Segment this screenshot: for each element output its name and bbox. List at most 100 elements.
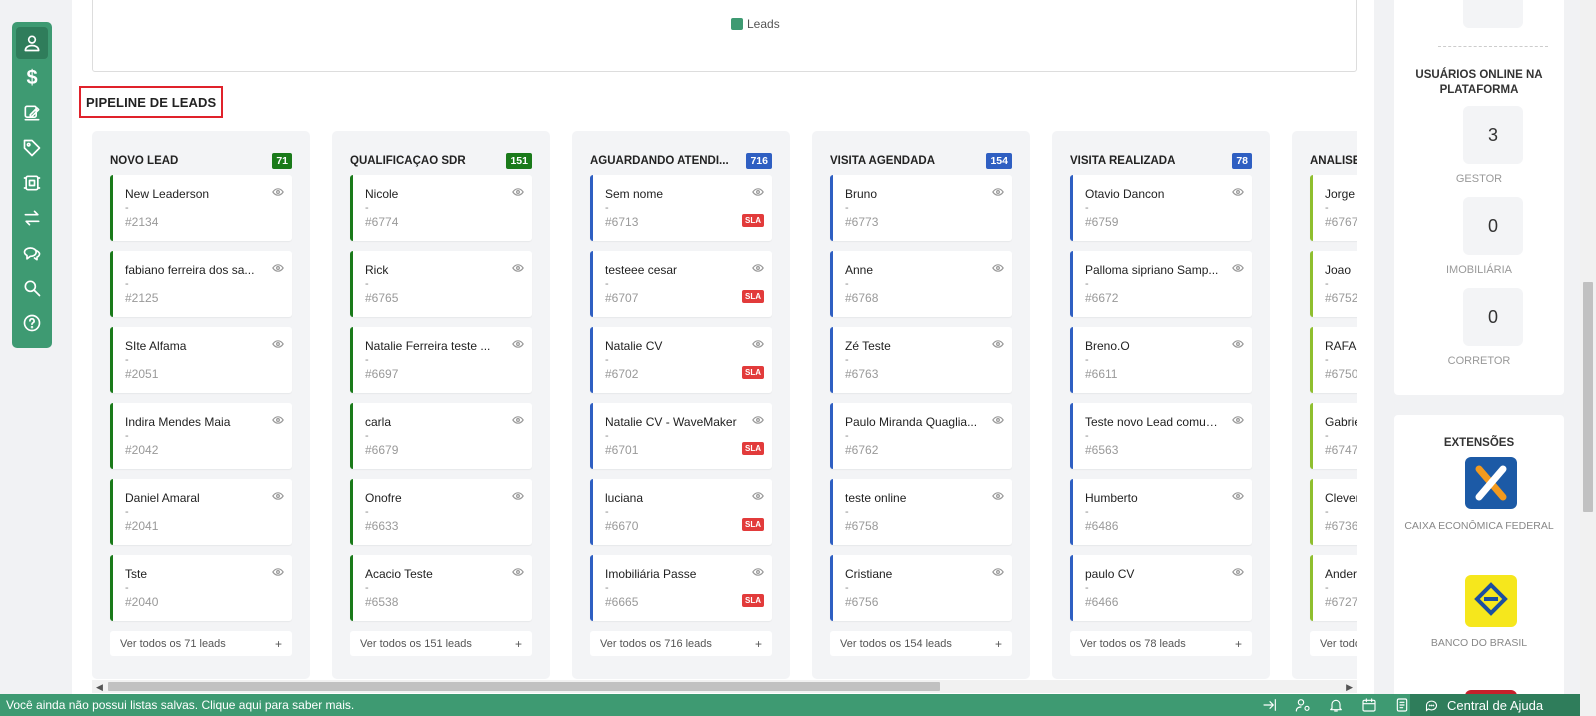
eye-icon[interactable]: [752, 335, 764, 348]
eye-icon[interactable]: [272, 335, 284, 348]
lead-card[interactable]: carla - #6679: [350, 403, 532, 469]
lead-card[interactable]: Teste novo Lead comun... - #6563: [1070, 403, 1252, 469]
eye-icon[interactable]: [992, 259, 1004, 272]
eye-icon[interactable]: [752, 259, 764, 272]
eye-icon[interactable]: [1232, 563, 1244, 576]
notes-icon[interactable]: [1392, 696, 1412, 714]
lead-card[interactable]: Joao - #6752: [1310, 251, 1357, 317]
board-icon[interactable]: [16, 167, 48, 199]
lead-card[interactable]: Anne - #6768: [830, 251, 1012, 317]
eye-icon[interactable]: [752, 183, 764, 196]
lead-card[interactable]: RAFAEL B-#6750: [1310, 327, 1357, 393]
eye-icon[interactable]: [272, 183, 284, 196]
lead-card[interactable]: Imobiliária Passe - #6665 SLA: [590, 555, 772, 621]
lead-subtitle: -: [1085, 354, 1089, 366]
lead-card[interactable]: Palloma sipriano Samp... - #6672: [1070, 251, 1252, 317]
eye-icon[interactable]: [1232, 259, 1244, 272]
lead-card[interactable]: fabiano ferreira dos sa... - #2125: [110, 251, 292, 317]
caixa-logo-icon[interactable]: [1465, 457, 1517, 509]
eye-icon[interactable]: [752, 563, 764, 576]
banco-do-brasil-logo-icon[interactable]: [1465, 575, 1517, 627]
lead-card[interactable]: teste online - #6758: [830, 479, 1012, 545]
edit-icon[interactable]: [16, 97, 48, 129]
lead-card[interactable]: Humberto - #6486: [1070, 479, 1252, 545]
see-all-leads-button[interactable]: Ver todos os 154 leads +: [830, 631, 1012, 656]
lead-card[interactable]: Indira Mendes Maia - #2042: [110, 403, 292, 469]
eye-icon[interactable]: [512, 183, 524, 196]
lead-card[interactable]: SIte Alfama - #2051: [110, 327, 292, 393]
vertical-scroll-thumb[interactable]: [1583, 282, 1593, 512]
eye-icon[interactable]: [992, 183, 1004, 196]
lead-card[interactable]: Gabriel Fe-#6747: [1310, 403, 1357, 469]
lead-card[interactable]: Tste - #2040: [110, 555, 292, 621]
eye-icon[interactable]: [1232, 487, 1244, 500]
see-all-leads-button[interactable]: Ver todos os 151 leads +: [350, 631, 532, 656]
eye-icon[interactable]: [512, 411, 524, 424]
horizontal-scroll-thumb[interactable]: [108, 682, 940, 691]
lead-card[interactable]: Natalie CV - WaveMaker - #6701 SLA: [590, 403, 772, 469]
help-icon[interactable]: [16, 307, 48, 339]
lead-card[interactable]: Jorge - #6767: [1310, 175, 1357, 241]
eye-icon[interactable]: [272, 259, 284, 272]
eye-icon[interactable]: [272, 411, 284, 424]
eye-icon[interactable]: [992, 335, 1004, 348]
chart-legend[interactable]: Leads: [731, 17, 780, 31]
see-all-leads-button[interactable]: Ver todos o+: [1310, 631, 1357, 656]
lead-card[interactable]: Cleverson-#6736: [1310, 479, 1357, 545]
eye-icon[interactable]: [1232, 411, 1244, 424]
eye-icon[interactable]: [752, 411, 764, 424]
see-all-leads-button[interactable]: Ver todos os 716 leads +: [590, 631, 772, 656]
lead-card[interactable]: Onofre - #6633: [350, 479, 532, 545]
chat-icon[interactable]: [16, 237, 48, 269]
eye-icon[interactable]: [992, 563, 1004, 576]
lead-card[interactable]: Natalie CV - #6702 SLA: [590, 327, 772, 393]
swap-icon[interactable]: [16, 202, 48, 234]
horizontal-scrollbar[interactable]: ◀ ▶: [92, 680, 1357, 693]
lead-card[interactable]: Breno.O - #6611: [1070, 327, 1252, 393]
lead-card[interactable]: Otavio Dancon - #6759: [1070, 175, 1252, 241]
lead-card[interactable]: Cristiane - #6756: [830, 555, 1012, 621]
pipeline-column: NOVO LEAD 71 New Leaderson - #2134 fabiano fe…: [92, 131, 310, 679]
bell-icon[interactable]: [1326, 696, 1346, 714]
calendar-widget[interactable]: [1463, 0, 1523, 28]
lead-card[interactable]: Natalie Ferreira teste ... - #6697: [350, 327, 532, 393]
see-all-leads-button[interactable]: Ver todos os 78 leads +: [1070, 631, 1252, 656]
help-center-button[interactable]: Central de Ajuda: [1410, 694, 1580, 716]
login-arrow-icon[interactable]: [1260, 696, 1280, 714]
lead-card[interactable]: Bruno - #6773: [830, 175, 1012, 241]
lead-card[interactable]: Acacio Teste - #6538: [350, 555, 532, 621]
lead-card[interactable]: Nicole - #6774: [350, 175, 532, 241]
eye-icon[interactable]: [512, 563, 524, 576]
user-icon[interactable]: [16, 27, 48, 59]
eye-icon[interactable]: [992, 411, 1004, 424]
lead-card[interactable]: testeee cesar - #6707 SLA: [590, 251, 772, 317]
calendar-icon[interactable]: [1359, 696, 1379, 714]
eye-icon[interactable]: [272, 563, 284, 576]
eye-icon[interactable]: [512, 335, 524, 348]
eye-icon[interactable]: [992, 487, 1004, 500]
vertical-scrollbar[interactable]: [1580, 0, 1596, 716]
scroll-left-arrow[interactable]: ◀: [96, 682, 103, 693]
lead-card[interactable]: Zé Teste - #6763: [830, 327, 1012, 393]
eye-icon[interactable]: [512, 259, 524, 272]
scroll-right-arrow[interactable]: ▶: [1346, 682, 1353, 693]
see-all-leads-button[interactable]: Ver todos os 71 leads +: [110, 631, 292, 656]
lead-card[interactable]: Daniel Amaral - #2041: [110, 479, 292, 545]
lead-card[interactable]: Paulo Miranda Quaglia... - #6762: [830, 403, 1012, 469]
saved-lists-message[interactable]: Você ainda não possui listas salvas. Cli…: [0, 698, 354, 712]
eye-icon[interactable]: [752, 487, 764, 500]
eye-icon[interactable]: [1232, 183, 1244, 196]
eye-icon[interactable]: [1232, 335, 1244, 348]
eye-icon[interactable]: [512, 487, 524, 500]
tag-icon[interactable]: [16, 132, 48, 164]
eye-icon[interactable]: [272, 487, 284, 500]
search-icon[interactable]: [16, 272, 48, 304]
lead-card[interactable]: Anderson-#6727: [1310, 555, 1357, 621]
lead-card[interactable]: Rick - #6765: [350, 251, 532, 317]
dollar-icon[interactable]: $: [16, 62, 48, 94]
lead-card[interactable]: paulo CV - #6466: [1070, 555, 1252, 621]
settings-user-icon[interactable]: [1293, 696, 1313, 714]
lead-card[interactable]: Sem nome - #6713 SLA: [590, 175, 772, 241]
lead-card[interactable]: luciana - #6670 SLA: [590, 479, 772, 545]
lead-card[interactable]: New Leaderson - #2134: [110, 175, 292, 241]
